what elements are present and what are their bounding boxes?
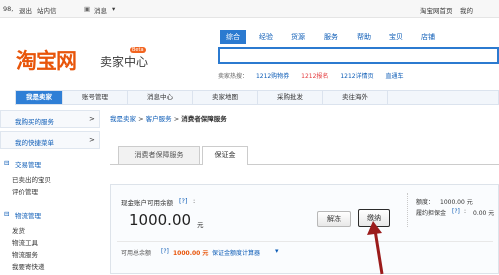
station-message-link[interactable]: 站内信 bbox=[37, 5, 57, 15]
breadcrumb: 我是卖家 > 客户服务 > 消费者保障服务 bbox=[110, 113, 227, 123]
collapse-icon[interactable]: ⊟ bbox=[4, 210, 9, 218]
nav-item-overseas[interactable]: 卖往海外 bbox=[323, 91, 388, 104]
sidebar-item-logistics-service[interactable]: 物流服务 bbox=[12, 249, 38, 259]
balance-colon: : bbox=[193, 197, 196, 205]
nav-item-messages[interactable]: 消息中心 bbox=[128, 91, 193, 104]
beta-badge: Beta bbox=[130, 47, 146, 53]
search-tab-experience[interactable]: 经验 bbox=[259, 32, 273, 42]
hot-search-item[interactable]: 1212购物券 bbox=[256, 73, 289, 80]
search-tab-help[interactable]: 帮助 bbox=[357, 32, 371, 42]
hot-search: 卖家热搜： 1212购物券 1212报名 1212详情页 直通车 bbox=[218, 71, 404, 80]
cover-help-link[interactable]: [?] bbox=[452, 208, 460, 215]
deposit-panel: 现金账户可用余额 [?] : 1000.00 元 解冻 缴纳 额度： 1000.… bbox=[110, 184, 499, 274]
annotation-arrow-icon bbox=[367, 221, 384, 275]
hot-search-item[interactable]: 1212详情页 bbox=[340, 73, 373, 80]
search-tabs: 综合 经验 货源 服务 帮助 宝贝 店铺 bbox=[218, 29, 488, 45]
search-tab-supply[interactable]: 货源 bbox=[291, 32, 305, 42]
search-tab-service[interactable]: 服务 bbox=[324, 32, 338, 42]
hot-search-label: 卖家热搜： bbox=[218, 73, 249, 80]
arrow-right-icon: > bbox=[89, 115, 95, 123]
divider bbox=[407, 193, 409, 227]
logout-link[interactable]: 退出 bbox=[19, 5, 32, 15]
top-bar: 98, 退出 站内信 ▣ 消息 ▾ 淘宝网首页 我的 bbox=[0, 0, 499, 18]
search-tab-shop[interactable]: 店铺 bbox=[421, 32, 435, 42]
taobao-home-link[interactable]: 淘宝网首页 bbox=[420, 5, 453, 15]
content-tabs: 消费者保障服务 保证金 bbox=[110, 146, 499, 165]
sidebar-item-logistics-tools[interactable]: 物流工具 bbox=[12, 237, 38, 247]
unfreeze-button[interactable]: 解冻 bbox=[317, 211, 351, 227]
total-label: 可用总余额 bbox=[121, 250, 152, 257]
sidebar-group-trade[interactable]: 交易管理 bbox=[15, 159, 41, 169]
sidebar-item-express[interactable]: 我要寄快递 bbox=[12, 261, 45, 271]
balance-help-link[interactable]: [?] bbox=[179, 197, 188, 205]
search-input[interactable] bbox=[218, 47, 499, 64]
nav-item-account[interactable]: 账号管理 bbox=[63, 91, 128, 104]
main-nav: 我是卖家 账号管理 消息中心 卖家地图 采购批发 卖往海外 bbox=[15, 90, 499, 105]
arrow-right-icon: > bbox=[89, 136, 95, 144]
balance-label: 现金账户可用余额 bbox=[121, 199, 173, 207]
chevron-down-icon[interactable]: ▾ bbox=[112, 5, 115, 13]
my-taobao-link[interactable]: 我的 bbox=[460, 5, 473, 15]
nav-item-wholesale[interactable]: 采购批发 bbox=[258, 91, 323, 104]
breadcrumb-customer-service[interactable]: 客户服务 bbox=[146, 115, 172, 123]
collapse-icon[interactable]: ⊟ bbox=[4, 159, 9, 167]
quota-value: 1000.00 元 bbox=[440, 199, 473, 206]
breadcrumb-current: 消费者保障服务 bbox=[181, 115, 227, 123]
sidebar-bought-services[interactable]: 我购买的服务 > bbox=[0, 110, 100, 128]
nav-item-seller-map[interactable]: 卖家地图 bbox=[193, 91, 258, 104]
sidebar-item-sold[interactable]: 已卖出的宝贝 bbox=[12, 174, 51, 184]
search-tab-item[interactable]: 宝贝 bbox=[389, 32, 403, 42]
message-icon[interactable]: ▣ bbox=[84, 5, 90, 13]
sidebar-item-ship[interactable]: 发货 bbox=[12, 225, 25, 235]
sidebar-item-bought[interactable]: 我购买的服务 bbox=[15, 116, 54, 126]
tab-consumer-protection[interactable]: 消费者保障服务 bbox=[118, 146, 200, 164]
sidebar-item-shortcuts[interactable]: 我的快捷菜单 bbox=[15, 137, 54, 147]
hot-search-item-highlight[interactable]: 1212报名 bbox=[301, 73, 328, 80]
sidebar-shortcuts[interactable]: 我的快捷菜单 > bbox=[0, 131, 100, 149]
sidebar-group-logistics[interactable]: 物流管理 bbox=[15, 210, 41, 220]
sidebar-item-reviews[interactable]: 评价管理 bbox=[12, 186, 38, 196]
sidebar-menu: ⊟ 交易管理 已卖出的宝贝 评价管理 ⊟ 物流管理 发货 物流工具 物流服务 我… bbox=[0, 155, 100, 275]
cover-label: 履约担保金 bbox=[416, 210, 447, 217]
total-help-link[interactable]: [?] bbox=[161, 248, 169, 255]
breadcrumb-separator: > bbox=[173, 115, 180, 123]
username: 98, bbox=[3, 5, 14, 13]
chevron-down-icon[interactable]: ▾ bbox=[275, 247, 279, 255]
nav-item-seller[interactable]: 我是卖家 bbox=[16, 91, 63, 104]
hot-search-item[interactable]: 直通车 bbox=[386, 73, 404, 80]
total-amount: 1000.00 元 bbox=[173, 250, 209, 257]
balance-amount: 1000.00 bbox=[129, 211, 192, 229]
cover-value: 0.00 元 bbox=[473, 210, 495, 217]
seller-center-title: 卖家中心 bbox=[100, 55, 149, 69]
tab-deposit[interactable]: 保证金 bbox=[202, 146, 248, 165]
divider bbox=[117, 241, 493, 242]
calculator-link[interactable]: 保证金额度计算器 bbox=[212, 248, 260, 257]
message-link[interactable]: 消息 bbox=[94, 5, 107, 15]
taobao-logo[interactable]: 淘宝网 bbox=[16, 45, 77, 75]
breadcrumb-separator: > bbox=[138, 115, 144, 123]
quota-label: 额度： bbox=[416, 199, 435, 206]
search-tab-all[interactable]: 综合 bbox=[220, 30, 246, 44]
breadcrumb-seller[interactable]: 我是卖家 bbox=[110, 115, 136, 123]
balance-unit: 元 bbox=[197, 221, 204, 229]
cover-colon: : bbox=[464, 208, 467, 215]
